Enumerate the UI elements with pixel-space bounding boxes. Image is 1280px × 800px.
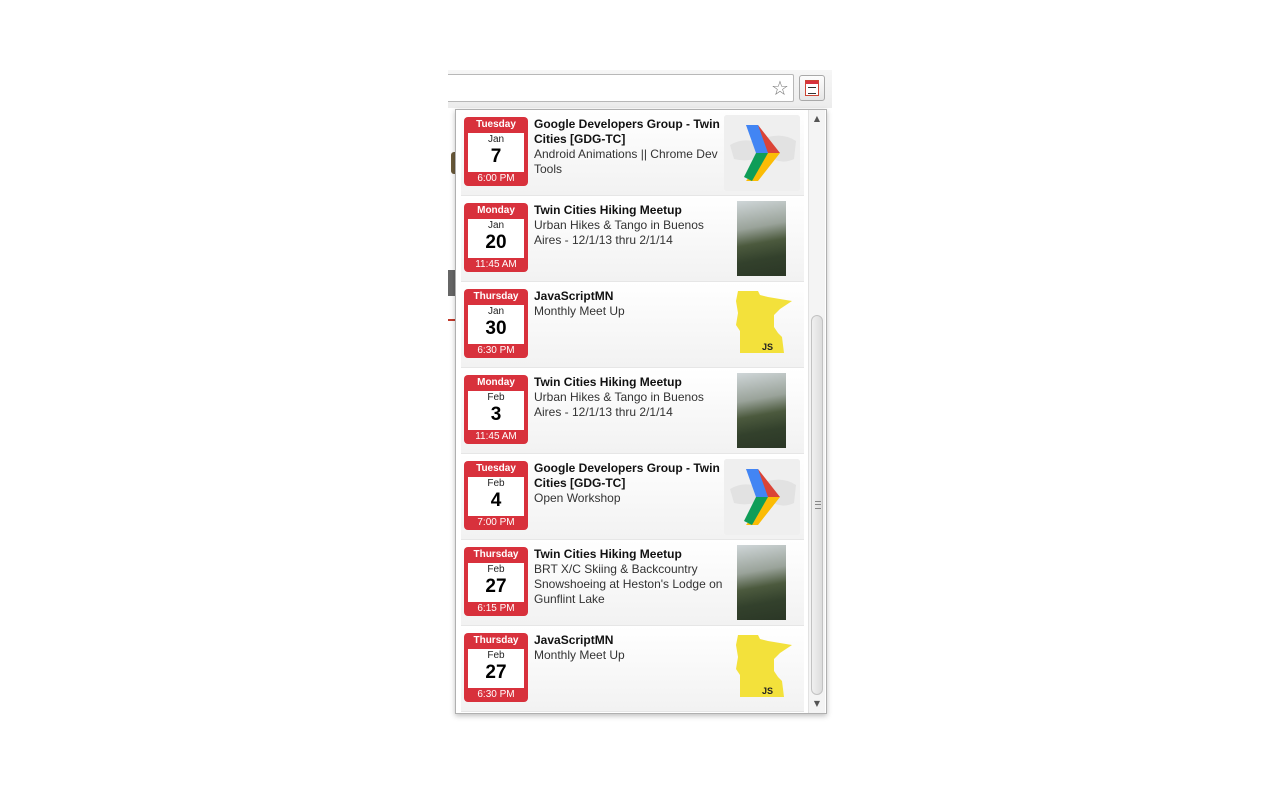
event-day: 27 <box>485 576 507 597</box>
hiking-photo-thumbnail <box>737 201 786 276</box>
event-title[interactable]: BRT X/C Skiing & Backcountry Snowshoeing… <box>534 562 724 607</box>
event-day: 7 <box>490 146 502 167</box>
event-info: Twin Cities Hiking Meetup Urban Hikes & … <box>534 203 724 248</box>
calendar-date-badge: Tuesday Jan 7 6:00 PM <box>464 117 528 186</box>
calendar-date-badge: Thursday Feb 27 6:15 PM <box>464 547 528 616</box>
calendar-date-badge: Tuesday Feb 4 7:00 PM <box>464 461 528 530</box>
event-month: Feb <box>487 564 505 575</box>
event-group-name[interactable]: Google Developers Group - Twin Cities [G… <box>534 117 724 147</box>
calendar-face: Jan 7 <box>468 133 524 172</box>
event-info: Twin Cities Hiking Meetup BRT X/C Skiing… <box>534 547 724 607</box>
event-title[interactable]: Urban Hikes & Tango in Buenos Aires - 12… <box>534 218 724 248</box>
event-item[interactable]: Thursday Jan 30 6:30 PM JavaScriptMN Mon… <box>461 282 804 368</box>
event-time: 6:00 PM <box>477 173 515 184</box>
javascriptmn-logo-icon: JS <box>724 631 800 707</box>
event-info: JavaScriptMN Monthly Meet Up <box>534 289 724 319</box>
event-time: 11:45 AM <box>475 259 517 270</box>
event-day: 20 <box>485 232 507 253</box>
event-month: Feb <box>487 650 505 661</box>
scroll-down-arrow-icon[interactable]: ▼ <box>809 697 825 711</box>
meetup-extension-button[interactable] <box>799 75 825 101</box>
event-day: 4 <box>490 490 502 511</box>
event-title[interactable]: Monthly Meet Up <box>534 648 724 663</box>
grip-icon <box>815 501 821 509</box>
hiking-photo-thumbnail <box>737 545 786 620</box>
mn-logo-text: JS <box>762 686 773 696</box>
event-info: Google Developers Group - Twin Cities [G… <box>534 117 724 177</box>
calendar-date-badge: Monday Feb 3 11:45 AM <box>464 375 528 444</box>
event-weekday: Tuesday <box>476 463 516 474</box>
scroll-thumb[interactable] <box>811 315 823 695</box>
event-title[interactable]: Monthly Meet Up <box>534 304 724 319</box>
event-day: 30 <box>485 318 507 339</box>
event-group-name[interactable]: JavaScriptMN <box>534 289 724 304</box>
event-weekday: Tuesday <box>476 119 516 130</box>
hiking-photo-thumbnail <box>737 373 786 448</box>
event-group-name[interactable]: Twin Cities Hiking Meetup <box>534 547 724 562</box>
event-day: 27 <box>485 662 507 683</box>
mn-logo-text: JS <box>762 342 773 352</box>
event-group-name[interactable]: Twin Cities Hiking Meetup <box>534 203 724 218</box>
event-item[interactable]: Tuesday Feb 4 7:00 PM Google Developers … <box>461 454 804 540</box>
scroll-up-arrow-icon[interactable]: ▲ <box>809 112 825 126</box>
star-outline-icon[interactable]: ☆ <box>770 78 790 98</box>
event-time: 6:15 PM <box>477 603 515 614</box>
event-group-name[interactable]: Google Developers Group - Twin Cities [G… <box>534 461 724 491</box>
event-item[interactable]: Monday Feb 3 11:45 AM Twin Cities Hiking… <box>461 368 804 454</box>
event-group-name[interactable]: Twin Cities Hiking Meetup <box>534 375 724 390</box>
event-weekday: Monday <box>477 205 515 216</box>
event-info: Twin Cities Hiking Meetup Urban Hikes & … <box>534 375 724 420</box>
calendar-face: Jan 20 <box>468 219 524 258</box>
event-time: 6:30 PM <box>477 345 515 356</box>
gdg-logo-icon <box>724 115 800 191</box>
meetup-calendar-icon <box>805 80 819 96</box>
calendar-face: Feb 3 <box>468 391 524 430</box>
event-group-name[interactable]: JavaScriptMN <box>534 633 724 648</box>
gdg-logo-icon <box>724 459 800 535</box>
event-item[interactable]: Monday Jan 20 11:45 AM Twin Cities Hikin… <box>461 196 804 282</box>
event-info: Google Developers Group - Twin Cities [G… <box>534 461 724 506</box>
event-weekday: Thursday <box>473 635 519 646</box>
event-time: 11:45 AM <box>475 431 517 442</box>
calendar-face: Feb 4 <box>468 477 524 516</box>
calendar-date-badge: Thursday Jan 30 6:30 PM <box>464 289 528 358</box>
calendar-face: Feb 27 <box>468 649 524 688</box>
calendar-date-badge: Thursday Feb 27 6:30 PM <box>464 633 528 702</box>
event-item[interactable]: Thursday Feb 27 6:15 PM Twin Cities Hiki… <box>461 540 804 626</box>
event-month: Jan <box>487 306 505 317</box>
event-month: Feb <box>487 392 505 403</box>
event-title[interactable]: Urban Hikes & Tango in Buenos Aires - 12… <box>534 390 724 420</box>
event-month: Feb <box>487 478 505 489</box>
calendar-date-badge: Monday Jan 20 11:45 AM <box>464 203 528 272</box>
scrollbar[interactable]: ▲ ▼ <box>808 110 825 713</box>
event-weekday: Thursday <box>473 549 519 560</box>
event-title[interactable]: Android Animations || Chrome Dev Tools <box>534 147 724 177</box>
event-month: Jan <box>487 220 505 231</box>
event-time: 6:30 PM <box>477 689 515 700</box>
event-item[interactable]: Thursday Feb 27 6:30 PM JavaScriptMN Mon… <box>461 626 804 712</box>
event-time: 7:00 PM <box>477 517 515 528</box>
event-month: Jan <box>487 134 505 145</box>
event-title[interactable]: Open Workshop <box>534 491 724 506</box>
event-weekday: Thursday <box>473 291 519 302</box>
calendar-face: Jan 30 <box>468 305 524 344</box>
event-item[interactable]: Tuesday Jan 7 6:00 PM Google Developers … <box>461 110 804 196</box>
calendar-face: Feb 27 <box>468 563 524 602</box>
javascriptmn-logo-icon: JS <box>724 287 800 363</box>
address-bar[interactable] <box>448 74 794 102</box>
event-list[interactable]: Tuesday Jan 7 6:00 PM Google Developers … <box>461 110 804 713</box>
event-weekday: Monday <box>477 377 515 388</box>
event-info: JavaScriptMN Monthly Meet Up <box>534 633 724 663</box>
event-day: 3 <box>490 404 502 425</box>
meetup-popup: Tuesday Jan 7 6:00 PM Google Developers … <box>455 109 827 714</box>
